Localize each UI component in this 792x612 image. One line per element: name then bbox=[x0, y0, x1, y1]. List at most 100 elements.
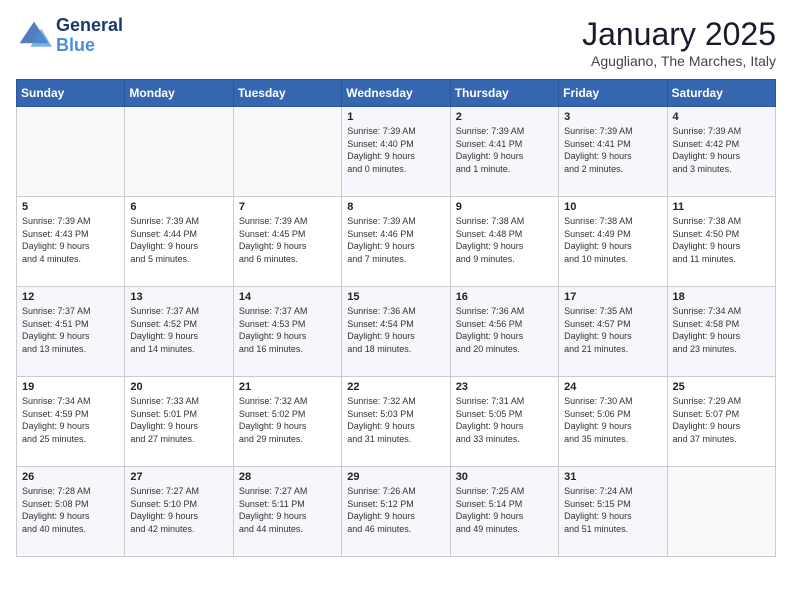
day-number: 4 bbox=[673, 111, 770, 123]
day-header-tuesday: Tuesday bbox=[233, 80, 341, 107]
day-info: Sunrise: 7:29 AM Sunset: 5:07 PM Dayligh… bbox=[673, 395, 770, 445]
day-number: 30 bbox=[456, 471, 553, 483]
calendar-cell: 23 Sunrise: 7:31 AM Sunset: 5:05 PM Dayli… bbox=[450, 377, 558, 467]
calendar-week-row: 5 Sunrise: 7:39 AM Sunset: 4:43 PM Daylig… bbox=[17, 197, 776, 287]
calendar-cell bbox=[125, 107, 233, 197]
logo-text: GeneralBlue bbox=[56, 16, 123, 56]
day-info: Sunrise: 7:39 AM Sunset: 4:44 PM Dayligh… bbox=[130, 215, 227, 265]
calendar-week-row: 26 Sunrise: 7:28 AM Sunset: 5:08 PM Dayli… bbox=[17, 467, 776, 557]
calendar-body: 1Sunrise: 7:39 AM Sunset: 4:40 PM Daylig… bbox=[17, 107, 776, 557]
day-number: 27 bbox=[130, 471, 227, 483]
calendar-cell: 3Sunrise: 7:39 AM Sunset: 4:41 PM Daylig… bbox=[559, 107, 667, 197]
day-info: Sunrise: 7:37 AM Sunset: 4:51 PM Dayligh… bbox=[22, 305, 119, 355]
logo: GeneralBlue bbox=[16, 16, 123, 56]
calendar-cell: 25 Sunrise: 7:29 AM Sunset: 5:07 PM Dayli… bbox=[667, 377, 775, 467]
day-info: Sunrise: 7:39 AM Sunset: 4:45 PM Dayligh… bbox=[239, 215, 336, 265]
day-number: 6 bbox=[130, 201, 227, 213]
day-info: Sunrise: 7:24 AM Sunset: 5:15 PM Dayligh… bbox=[564, 485, 661, 535]
calendar-cell: 14 Sunrise: 7:37 AM Sunset: 4:53 PM Dayli… bbox=[233, 287, 341, 377]
day-number: 22 bbox=[347, 381, 444, 393]
day-header-friday: Friday bbox=[559, 80, 667, 107]
calendar-header-row: SundayMondayTuesdayWednesdayThursdayFrid… bbox=[17, 80, 776, 107]
day-number: 20 bbox=[130, 381, 227, 393]
day-number: 18 bbox=[673, 291, 770, 303]
calendar-title: January 2025 bbox=[582, 16, 776, 53]
calendar-cell: 28 Sunrise: 7:27 AM Sunset: 5:11 PM Dayli… bbox=[233, 467, 341, 557]
calendar-cell: 6 Sunrise: 7:39 AM Sunset: 4:44 PM Daylig… bbox=[125, 197, 233, 287]
calendar-cell: 10 Sunrise: 7:38 AM Sunset: 4:49 PM Dayli… bbox=[559, 197, 667, 287]
calendar-subtitle: Agugliano, The Marches, Italy bbox=[582, 53, 776, 69]
day-number: 15 bbox=[347, 291, 444, 303]
day-number: 10 bbox=[564, 201, 661, 213]
day-number: 25 bbox=[673, 381, 770, 393]
day-info: Sunrise: 7:33 AM Sunset: 5:01 PM Dayligh… bbox=[130, 395, 227, 445]
calendar-cell: 13 Sunrise: 7:37 AM Sunset: 4:52 PM Dayli… bbox=[125, 287, 233, 377]
calendar-table: SundayMondayTuesdayWednesdayThursdayFrid… bbox=[16, 79, 776, 557]
day-number: 16 bbox=[456, 291, 553, 303]
day-number: 14 bbox=[239, 291, 336, 303]
day-number: 8 bbox=[347, 201, 444, 213]
calendar-cell: 18 Sunrise: 7:34 AM Sunset: 4:58 PM Dayli… bbox=[667, 287, 775, 377]
calendar-cell: 27 Sunrise: 7:27 AM Sunset: 5:10 PM Dayli… bbox=[125, 467, 233, 557]
day-number: 31 bbox=[564, 471, 661, 483]
calendar-cell bbox=[667, 467, 775, 557]
day-info: Sunrise: 7:32 AM Sunset: 5:02 PM Dayligh… bbox=[239, 395, 336, 445]
day-info: Sunrise: 7:39 AM Sunset: 4:41 PM Dayligh… bbox=[456, 125, 553, 175]
day-number: 28 bbox=[239, 471, 336, 483]
day-info: Sunrise: 7:37 AM Sunset: 4:53 PM Dayligh… bbox=[239, 305, 336, 355]
day-number: 7 bbox=[239, 201, 336, 213]
day-info: Sunrise: 7:38 AM Sunset: 4:49 PM Dayligh… bbox=[564, 215, 661, 265]
calendar-cell: 24 Sunrise: 7:30 AM Sunset: 5:06 PM Dayli… bbox=[559, 377, 667, 467]
calendar-cell: 2 Sunrise: 7:39 AM Sunset: 4:41 PM Daylig… bbox=[450, 107, 558, 197]
calendar-cell: 16 Sunrise: 7:36 AM Sunset: 4:56 PM Dayli… bbox=[450, 287, 558, 377]
day-number: 9 bbox=[456, 201, 553, 213]
calendar-cell: 15 Sunrise: 7:36 AM Sunset: 4:54 PM Dayli… bbox=[342, 287, 450, 377]
day-info: Sunrise: 7:27 AM Sunset: 5:10 PM Dayligh… bbox=[130, 485, 227, 535]
calendar-cell: 30 Sunrise: 7:25 AM Sunset: 5:14 PM Dayli… bbox=[450, 467, 558, 557]
calendar-cell: 17Sunrise: 7:35 AM Sunset: 4:57 PM Dayli… bbox=[559, 287, 667, 377]
day-number: 13 bbox=[130, 291, 227, 303]
calendar-cell bbox=[17, 107, 125, 197]
day-number: 11 bbox=[673, 201, 770, 213]
day-info: Sunrise: 7:28 AM Sunset: 5:08 PM Dayligh… bbox=[22, 485, 119, 535]
calendar-cell: 29Sunrise: 7:26 AM Sunset: 5:12 PM Dayli… bbox=[342, 467, 450, 557]
day-number: 21 bbox=[239, 381, 336, 393]
title-block: January 2025 Agugliano, The Marches, Ita… bbox=[582, 16, 776, 69]
calendar-week-row: 12Sunrise: 7:37 AM Sunset: 4:51 PM Dayli… bbox=[17, 287, 776, 377]
day-info: Sunrise: 7:36 AM Sunset: 4:54 PM Dayligh… bbox=[347, 305, 444, 355]
calendar-cell: 21 Sunrise: 7:32 AM Sunset: 5:02 PM Dayli… bbox=[233, 377, 341, 467]
day-info: Sunrise: 7:34 AM Sunset: 4:58 PM Dayligh… bbox=[673, 305, 770, 355]
day-info: Sunrise: 7:37 AM Sunset: 4:52 PM Dayligh… bbox=[130, 305, 227, 355]
calendar-cell: 19Sunrise: 7:34 AM Sunset: 4:59 PM Dayli… bbox=[17, 377, 125, 467]
day-info: Sunrise: 7:39 AM Sunset: 4:43 PM Dayligh… bbox=[22, 215, 119, 265]
day-info: Sunrise: 7:25 AM Sunset: 5:14 PM Dayligh… bbox=[456, 485, 553, 535]
calendar-cell: 22 Sunrise: 7:32 AM Sunset: 5:03 PM Dayli… bbox=[342, 377, 450, 467]
day-number: 5 bbox=[22, 201, 119, 213]
day-info: Sunrise: 7:31 AM Sunset: 5:05 PM Dayligh… bbox=[456, 395, 553, 445]
day-header-wednesday: Wednesday bbox=[342, 80, 450, 107]
day-info: Sunrise: 7:32 AM Sunset: 5:03 PM Dayligh… bbox=[347, 395, 444, 445]
day-number: 29 bbox=[347, 471, 444, 483]
day-header-thursday: Thursday bbox=[450, 80, 558, 107]
day-number: 2 bbox=[456, 111, 553, 123]
day-info: Sunrise: 7:39 AM Sunset: 4:41 PM Dayligh… bbox=[564, 125, 661, 175]
day-info: Sunrise: 7:38 AM Sunset: 4:48 PM Dayligh… bbox=[456, 215, 553, 265]
calendar-cell: 26 Sunrise: 7:28 AM Sunset: 5:08 PM Dayli… bbox=[17, 467, 125, 557]
page-header: GeneralBlue January 2025 Agugliano, The … bbox=[16, 16, 776, 69]
day-number: 23 bbox=[456, 381, 553, 393]
calendar-week-row: 1Sunrise: 7:39 AM Sunset: 4:40 PM Daylig… bbox=[17, 107, 776, 197]
calendar-cell: 11Sunrise: 7:38 AM Sunset: 4:50 PM Dayli… bbox=[667, 197, 775, 287]
calendar-cell: 5 Sunrise: 7:39 AM Sunset: 4:43 PM Daylig… bbox=[17, 197, 125, 287]
calendar-cell: 1Sunrise: 7:39 AM Sunset: 4:40 PM Daylig… bbox=[342, 107, 450, 197]
day-info: Sunrise: 7:36 AM Sunset: 4:56 PM Dayligh… bbox=[456, 305, 553, 355]
day-header-saturday: Saturday bbox=[667, 80, 775, 107]
day-info: Sunrise: 7:27 AM Sunset: 5:11 PM Dayligh… bbox=[239, 485, 336, 535]
day-header-monday: Monday bbox=[125, 80, 233, 107]
day-number: 26 bbox=[22, 471, 119, 483]
logo-icon bbox=[16, 18, 52, 54]
calendar-cell: 8Sunrise: 7:39 AM Sunset: 4:46 PM Daylig… bbox=[342, 197, 450, 287]
day-number: 24 bbox=[564, 381, 661, 393]
day-info: Sunrise: 7:39 AM Sunset: 4:40 PM Dayligh… bbox=[347, 125, 444, 175]
calendar-cell: 12Sunrise: 7:37 AM Sunset: 4:51 PM Dayli… bbox=[17, 287, 125, 377]
day-info: Sunrise: 7:30 AM Sunset: 5:06 PM Dayligh… bbox=[564, 395, 661, 445]
